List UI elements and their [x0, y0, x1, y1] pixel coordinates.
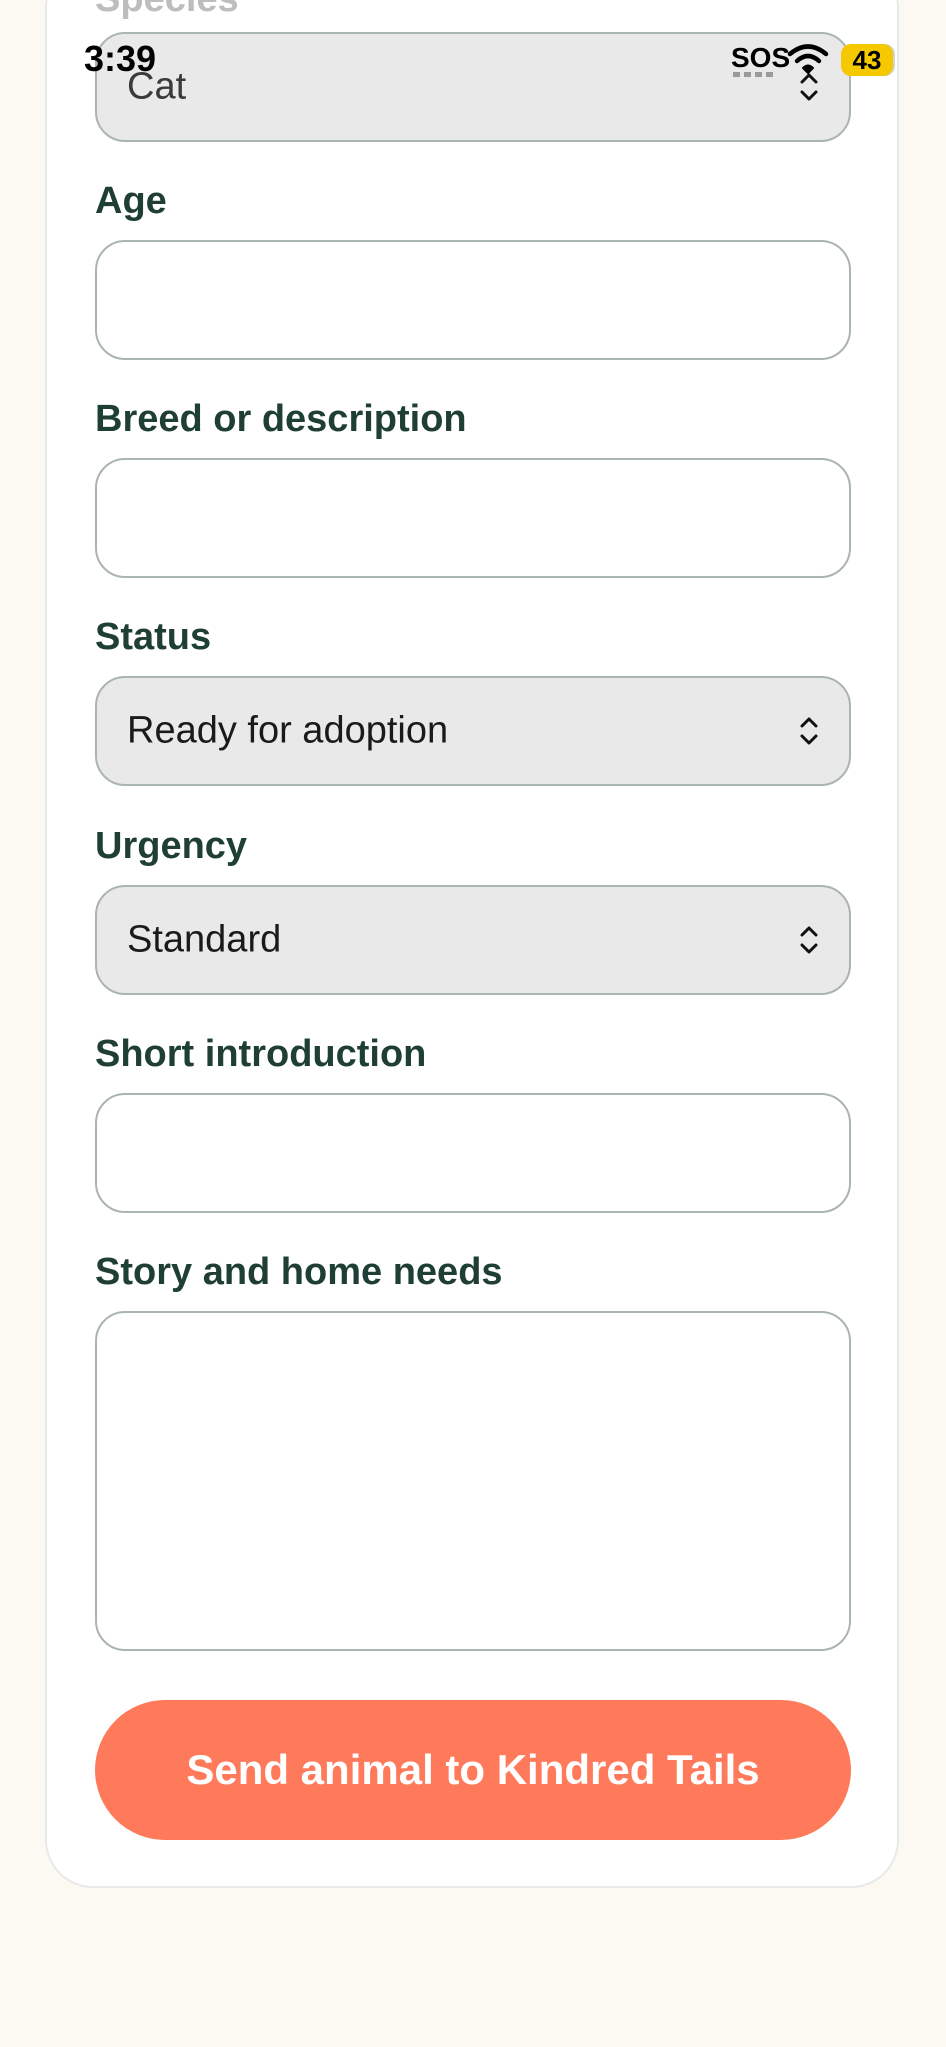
signal-dots-icon [733, 72, 775, 77]
clock: 3:39 [84, 38, 157, 79]
chevron-updown-icon [800, 926, 818, 954]
story-label: Story and home needs [95, 1251, 503, 1293]
age-label: Age [95, 180, 167, 222]
battery-icon: 43 [841, 44, 893, 76]
sos-indicator: SOS [731, 42, 791, 73]
breed-label: Breed or description [95, 398, 467, 440]
status-value: Ready for adoption [127, 709, 449, 752]
age-input[interactable] [95, 240, 851, 360]
story-textarea[interactable] [95, 1311, 851, 1651]
wifi-icon [787, 44, 829, 74]
urgency-value: Standard [127, 918, 282, 961]
breed-input[interactable] [95, 458, 851, 578]
chevron-updown-icon [800, 717, 818, 745]
status-select[interactable]: Ready for adoption [95, 676, 851, 786]
urgency-label: Urgency [95, 825, 248, 867]
intro-label: Short introduction [95, 1033, 427, 1075]
status-bar: 3:39 SOS 43 [0, 0, 946, 120]
intro-input[interactable] [95, 1093, 851, 1213]
status-label: Status [95, 616, 212, 658]
urgency-select[interactable]: Standard [95, 885, 851, 995]
submit-button[interactable]: Send animal to Kindred Tails [95, 1700, 851, 1840]
